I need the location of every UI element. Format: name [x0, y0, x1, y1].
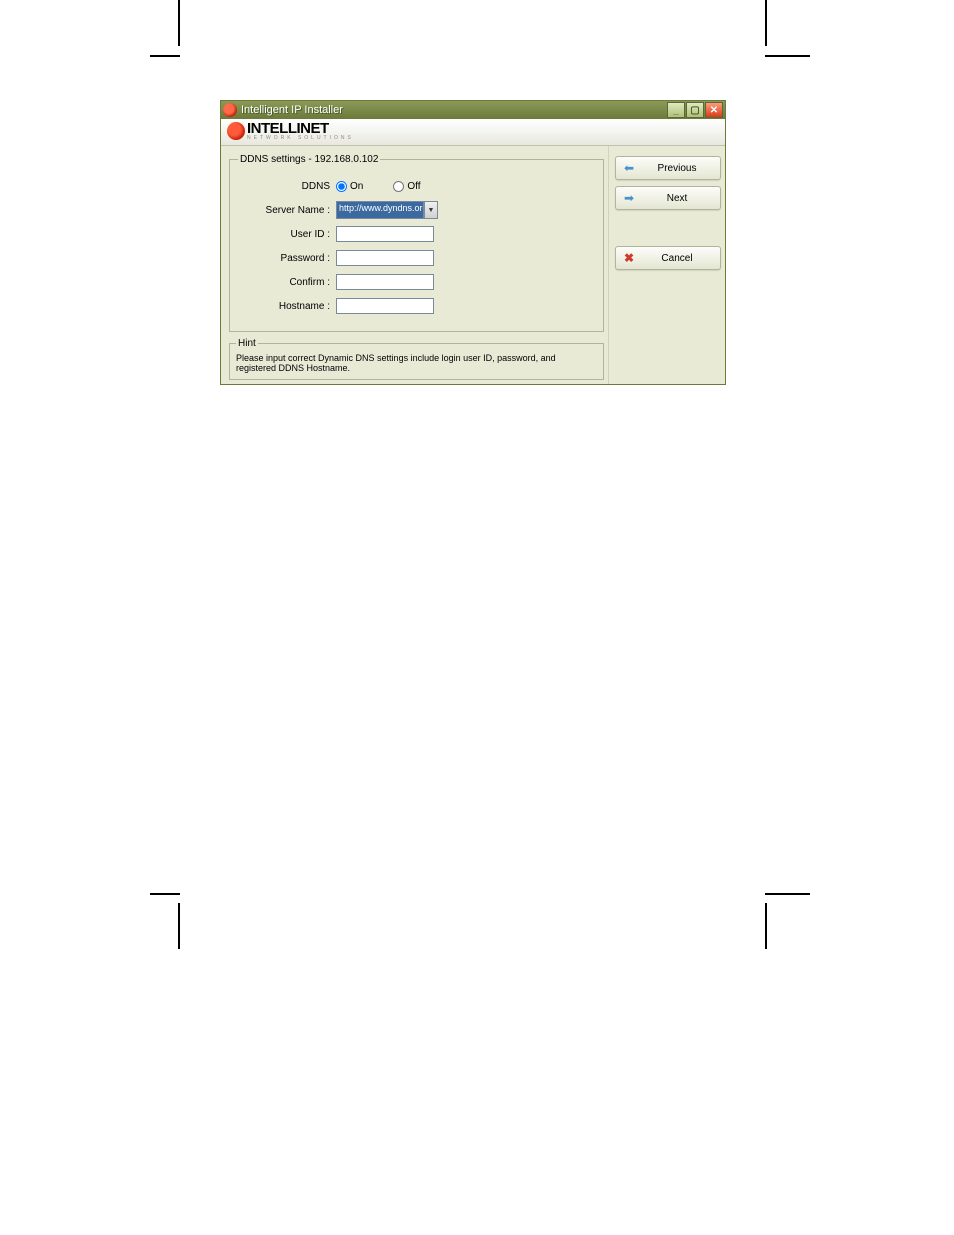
window-title: Intelligent IP Installer [241, 104, 666, 116]
server-name-select[interactable]: http://www.dyndns.org ▼ [336, 201, 438, 219]
ddns-legend: DDNS settings - 192.168.0.102 [238, 154, 380, 165]
app-icon [223, 103, 237, 117]
server-name-value: http://www.dyndns.org [336, 201, 424, 219]
crop-mark [150, 55, 180, 57]
ddns-off-radio-label[interactable]: Off [393, 181, 420, 192]
crop-mark [765, 0, 767, 46]
on-label-text: On [350, 181, 363, 192]
previous-label: Previous [640, 163, 714, 174]
brand-subtitle: NETWORK SOLUTIONS [247, 135, 354, 141]
crop-mark [178, 903, 180, 949]
next-button[interactable]: ➡ Next [615, 186, 721, 210]
server-name-label: Server Name : [238, 205, 336, 216]
cancel-label: Cancel [640, 253, 714, 264]
maximize-button[interactable]: ▢ [686, 102, 704, 118]
confirm-input[interactable] [336, 274, 434, 290]
cross-icon: ✖ [622, 251, 636, 265]
arrow-left-icon: ⬅ [622, 161, 636, 175]
logo-bar: INTELLINET NETWORK SOLUTIONS [221, 119, 725, 146]
installer-window: Intelligent IP Installer _ ▢ ✕ INTELLINE… [220, 100, 726, 385]
titlebar[interactable]: Intelligent IP Installer _ ▢ ✕ [221, 101, 725, 119]
ddns-settings-fieldset: DDNS settings - 192.168.0.102 DDNS On Of… [229, 154, 604, 332]
ddns-off-radio[interactable] [393, 181, 404, 192]
minimize-button[interactable]: _ [667, 102, 685, 118]
hint-legend: Hint [236, 338, 258, 349]
crop-mark [765, 893, 810, 895]
next-label: Next [640, 193, 714, 204]
hostname-label: Hostname : [238, 301, 336, 312]
chevron-down-icon[interactable]: ▼ [424, 201, 438, 219]
brand-swirl-icon [227, 122, 245, 140]
ddns-on-radio[interactable] [336, 181, 347, 192]
hostname-input[interactable] [336, 298, 434, 314]
wizard-buttons-panel: ⬅ Previous ➡ Next ✖ Cancel [608, 146, 725, 384]
brand-name: INTELLINET [247, 121, 354, 136]
ddns-label: DDNS [238, 181, 336, 192]
crop-mark [765, 55, 810, 57]
password-input[interactable] [336, 250, 434, 266]
confirm-label: Confirm : [238, 277, 336, 288]
hint-fieldset: Hint Please input correct Dynamic DNS se… [229, 338, 604, 380]
user-id-input[interactable] [336, 226, 434, 242]
off-label-text: Off [407, 181, 420, 192]
cancel-button[interactable]: ✖ Cancel [615, 246, 721, 270]
password-label: Password : [238, 253, 336, 264]
ddns-on-radio-label[interactable]: On [336, 181, 363, 192]
hint-text: Please input correct Dynamic DNS setting… [236, 353, 597, 373]
previous-button[interactable]: ⬅ Previous [615, 156, 721, 180]
user-id-label: User ID : [238, 229, 336, 240]
crop-mark [150, 893, 180, 895]
crop-mark [765, 903, 767, 949]
close-button[interactable]: ✕ [705, 102, 723, 118]
crop-mark [178, 0, 180, 46]
arrow-right-icon: ➡ [622, 191, 636, 205]
